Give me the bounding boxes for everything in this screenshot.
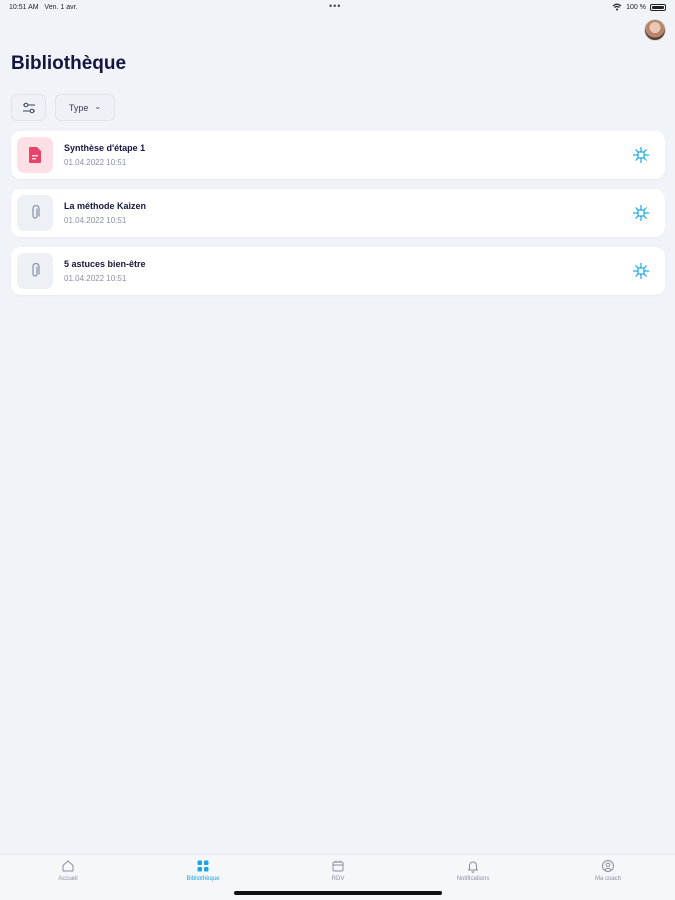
grid-icon bbox=[197, 860, 209, 872]
avatar[interactable] bbox=[644, 19, 666, 41]
item-title: 5 astuces bien-être bbox=[64, 259, 146, 269]
sparkle-icon[interactable] bbox=[631, 145, 651, 165]
item-title: La méthode Kaizen bbox=[64, 201, 147, 211]
type-filter-label: Type bbox=[68, 102, 89, 113]
home-indicator[interactable] bbox=[234, 891, 442, 895]
bell-icon bbox=[468, 861, 478, 873]
chevron-down-icon: ⌄ bbox=[94, 102, 102, 111]
list-item[interactable]: Synthèse d'étape 1 01.04.2022 10:51 bbox=[11, 131, 665, 179]
wifi-icon bbox=[612, 3, 622, 11]
tab-ma-coach[interactable]: Ma coach bbox=[568, 859, 648, 882]
coach-icon bbox=[602, 860, 614, 872]
tab-label: Ma coach bbox=[594, 876, 621, 882]
tab-notifications[interactable]: Notifications bbox=[433, 859, 513, 882]
tab-label: RDV bbox=[331, 876, 345, 882]
document-icon bbox=[17, 137, 53, 173]
sparkle-icon[interactable] bbox=[631, 203, 651, 223]
tab-label: Accueil bbox=[58, 876, 78, 882]
home-icon bbox=[62, 860, 74, 872]
calendar-icon bbox=[332, 860, 344, 872]
list-item[interactable]: 5 astuces bien-être 01.04.2022 10:51 bbox=[11, 247, 665, 295]
status-bar: 10:51 AM Ven. 1 avr. ••• 100 % bbox=[0, 0, 675, 16]
paperclip-icon bbox=[17, 253, 53, 289]
page-title: Bibliothèque bbox=[11, 53, 127, 74]
status-right: 100 % bbox=[612, 3, 666, 11]
tab-label: Notifications bbox=[456, 876, 490, 882]
item-title: Synthèse d'étape 1 bbox=[64, 143, 146, 153]
tab-accueil[interactable]: Accueil bbox=[28, 859, 108, 882]
type-filter-dropdown[interactable]: Type ⌄ bbox=[55, 94, 115, 121]
item-date: 01.04.2022 10:51 bbox=[64, 158, 127, 167]
item-date: 01.04.2022 10:51 bbox=[64, 216, 127, 225]
status-time-date: 10:51 AM Ven. 1 avr. bbox=[9, 4, 78, 11]
sparkle-icon[interactable] bbox=[631, 261, 651, 281]
multitask-dots[interactable]: ••• bbox=[329, 1, 341, 11]
battery-icon bbox=[650, 3, 666, 11]
tab-label: Bibliothèque bbox=[186, 876, 220, 882]
list-item[interactable]: La méthode Kaizen 01.04.2022 10:51 bbox=[11, 189, 665, 237]
item-date: 01.04.2022 10:51 bbox=[64, 274, 127, 283]
library-list: Synthèse d'étape 1 01.04.2022 10:51 La m… bbox=[11, 131, 665, 305]
sliders-icon bbox=[22, 102, 35, 113]
tab-rdv[interactable]: RDV bbox=[298, 859, 378, 882]
paperclip-icon bbox=[17, 195, 53, 231]
tab-bibliotheque[interactable]: Bibliothèque bbox=[163, 859, 243, 882]
filter-settings-button[interactable] bbox=[11, 94, 46, 121]
battery-percent: 100 % bbox=[626, 3, 646, 11]
